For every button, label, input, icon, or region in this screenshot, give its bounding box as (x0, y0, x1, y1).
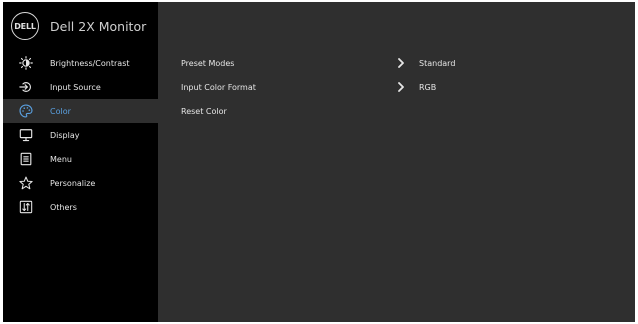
row-label: Reset Color (181, 106, 227, 116)
sidebar-item-others[interactable]: Others (3, 195, 158, 219)
sidebar-item-input-source[interactable]: Input Source (3, 75, 158, 99)
monitor-title: Dell 2X Monitor (50, 18, 147, 34)
input-color-format-row[interactable]: Input Color Format RGB (158, 75, 635, 99)
brand-header: DELL Dell 2X Monitor (11, 10, 146, 42)
row-label: Input Color Format (181, 82, 256, 92)
sidebar-item-label: Others (50, 202, 77, 212)
display-icon (18, 127, 34, 143)
row-value: RGB (419, 82, 437, 92)
sidebar-item-display[interactable]: Display (3, 123, 158, 147)
main-menu: Brightness/Contrast Input Source Color D… (3, 51, 158, 219)
row-value: Standard (419, 58, 456, 68)
row-label: Preset Modes (181, 58, 235, 68)
sidebar-item-label: Display (50, 130, 80, 140)
logo-text: DELL (14, 21, 36, 31)
palette-icon (18, 103, 34, 119)
sidebar-item-menu[interactable]: Menu (3, 147, 158, 171)
others-icon (18, 199, 34, 215)
monitor-osd: DELL Dell 2X Monitor Brightness/Contrast… (3, 2, 635, 322)
chevron-right-icon (398, 58, 404, 68)
sidebar-item-color[interactable]: Color (3, 99, 158, 123)
sidebar-item-label: Color (50, 106, 71, 116)
sidebar-item-label: Input Source (50, 82, 101, 92)
reset-color-row[interactable]: Reset Color (158, 99, 635, 123)
sidebar-item-brightness-contrast[interactable]: Brightness/Contrast (3, 51, 158, 75)
sidebar-item-label: Menu (50, 154, 72, 164)
preset-modes-row[interactable]: Preset Modes Standard (158, 51, 635, 75)
star-icon (18, 175, 34, 191)
chevron-right-icon (398, 82, 404, 92)
sidebar: DELL Dell 2X Monitor Brightness/Contrast… (3, 2, 158, 322)
color-submenu: Preset Modes Standard Input Color Format… (158, 2, 635, 322)
input-source-icon (18, 79, 34, 95)
sidebar-item-personalize[interactable]: Personalize (3, 171, 158, 195)
menu-icon (18, 151, 34, 167)
sidebar-item-label: Brightness/Contrast (50, 58, 130, 68)
sidebar-item-label: Personalize (50, 178, 96, 188)
dell-logo: DELL (11, 12, 39, 40)
brightness-icon (18, 55, 34, 71)
